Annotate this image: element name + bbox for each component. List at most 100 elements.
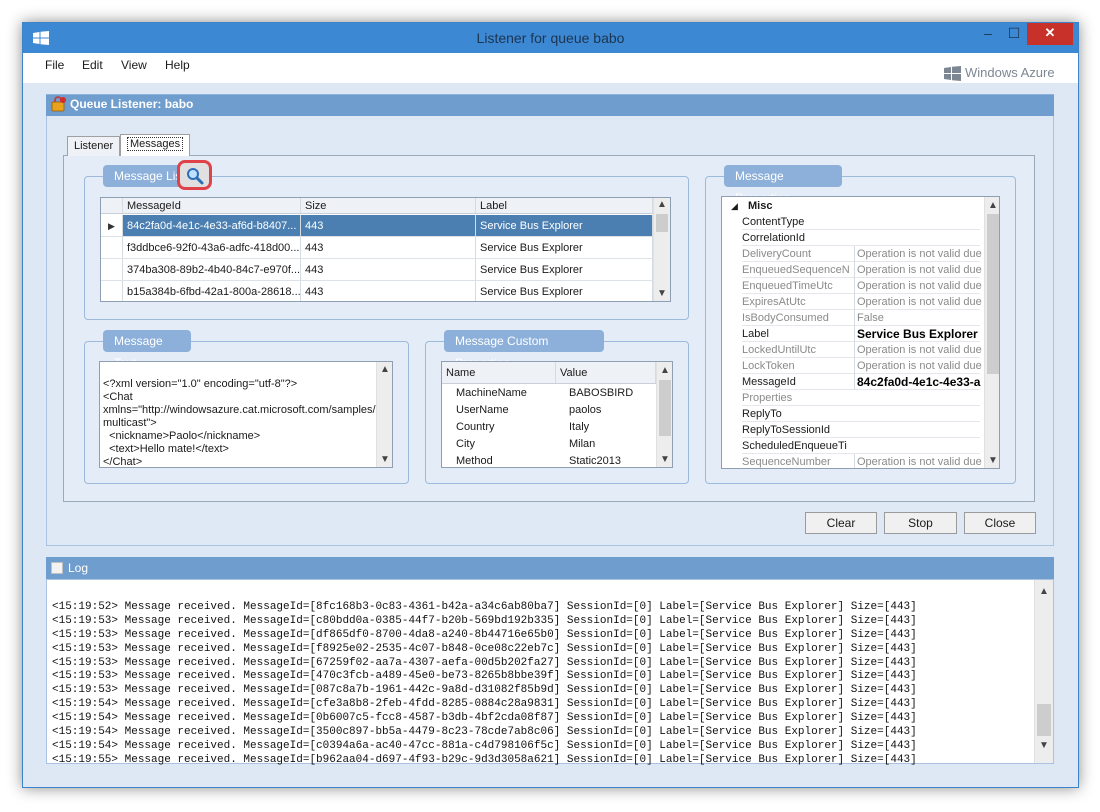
table-row[interactable]: f3ddbce6-92f0-43a6-adfc-418d00... 443 Se… <box>101 237 653 259</box>
column-header-messageid[interactable]: MessageId <box>123 198 301 213</box>
list-item[interactable]: UserName paolos <box>442 402 656 419</box>
cell-label[interactable]: Service Bus Explorer <box>476 215 653 236</box>
close-button[interactable]: Close <box>964 512 1036 534</box>
cell-label[interactable]: Service Bus Explorer <box>476 259 653 280</box>
message-text-area[interactable]: <?xml version="1.0" encoding="utf-8"?> <C… <box>99 361 393 468</box>
cell-message-id[interactable]: 84c2fa0d-4e1c-4e33-af6d-b8407... <box>123 215 301 236</box>
property-grid-scrollbar[interactable]: ▲ ▼ <box>984 197 999 468</box>
table-row[interactable]: b15a384b-6fbd-42a1-800a-28618... 443 Ser… <box>101 281 653 301</box>
property-value[interactable]: Operation is not valid due t <box>854 262 984 278</box>
property-row[interactable]: ContentType <box>722 214 980 230</box>
scroll-thumb[interactable] <box>1037 704 1051 736</box>
list-item[interactable]: Country Italy <box>442 419 656 436</box>
search-messages-button[interactable] <box>177 160 212 190</box>
property-row[interactable]: Properties <box>722 390 980 406</box>
property-row[interactable]: ScheduledEnqueueTi <box>722 438 980 454</box>
property-value[interactable]: Operation is not valid due t <box>854 278 984 294</box>
cell-size[interactable]: 443 <box>301 215 476 236</box>
scroll-thumb[interactable] <box>987 214 999 374</box>
scroll-down-arrow-icon[interactable]: ▼ <box>1035 740 1053 751</box>
maximize-button[interactable]: ☐ <box>1001 23 1027 45</box>
list-item[interactable]: City Milan <box>442 436 656 453</box>
property-category-misc[interactable]: ◢ Misc <box>722 198 984 214</box>
scroll-down-arrow-icon[interactable]: ▼ <box>985 455 999 466</box>
log-header: Log <box>46 557 1054 579</box>
close-window-button[interactable]: ✕ <box>1027 23 1073 45</box>
clear-button[interactable]: Clear <box>805 512 877 534</box>
scroll-thumb[interactable] <box>659 380 671 436</box>
property-row[interactable]: SequenceNumber Operation is not valid due… <box>722 454 984 468</box>
menu-help[interactable]: Help <box>165 58 190 72</box>
custom-prop-name: Method <box>456 455 493 467</box>
menu-view[interactable]: View <box>121 58 147 72</box>
log-scrollbar[interactable]: ▲ ▼ <box>1034 580 1053 763</box>
cell-label[interactable]: Service Bus Explorer <box>476 237 653 258</box>
cell-message-id[interactable]: 374ba308-89b2-4b40-84c7-e970f... <box>123 259 301 280</box>
list-item[interactable]: Method Static2013 <box>442 453 656 467</box>
property-row[interactable]: LockedUntilUtc Operation is not valid due… <box>722 342 984 358</box>
scroll-down-arrow-icon[interactable]: ▼ <box>377 454 392 465</box>
row-header-corner <box>101 198 123 213</box>
column-header-size[interactable]: Size <box>301 198 476 213</box>
tab-messages[interactable]: Messages <box>120 134 191 156</box>
property-value[interactable]: False <box>854 310 984 326</box>
property-row[interactable]: EnqueuedSequenceN Operation is not valid … <box>722 262 984 278</box>
property-value[interactable]: Operation is not valid due t <box>854 294 984 310</box>
collapse-arrow-icon[interactable]: ◢ <box>731 198 738 214</box>
log-line: <15:19:55> Message received. MessageId=[… <box>52 753 917 766</box>
minimize-button[interactable]: – <box>975 23 1001 45</box>
row-selector-arrow-icon: ▶ <box>101 215 123 236</box>
property-value[interactable]: Operation is not valid due t <box>854 342 984 358</box>
table-row[interactable]: 374ba308-89b2-4b40-84c7-e970f... 443 Ser… <box>101 259 653 281</box>
scroll-up-arrow-icon[interactable]: ▲ <box>985 200 999 211</box>
property-value[interactable]: 84c2fa0d-4e1c-4e33-a <box>854 374 984 390</box>
menu-edit[interactable]: Edit <box>82 58 103 72</box>
property-row[interactable]: MessageId 84c2fa0d-4e1c-4e33-a <box>722 374 980 390</box>
log-line: <15:19:52> Message received. MessageId=[… <box>52 600 917 613</box>
scroll-thumb[interactable] <box>656 214 668 232</box>
cell-message-id[interactable]: b15a384b-6fbd-42a1-800a-28618... <box>123 281 301 301</box>
custom-properties-scrollbar[interactable]: ▲ ▼ <box>656 362 672 467</box>
scroll-up-arrow-icon[interactable]: ▲ <box>377 364 392 375</box>
cell-size[interactable]: 443 <box>301 259 476 280</box>
menu-file[interactable]: File <box>45 58 64 72</box>
property-row[interactable]: ReplyTo <box>722 406 980 422</box>
queue-listener-icon <box>51 96 66 112</box>
table-row[interactable]: ▶ 84c2fa0d-4e1c-4e33-af6d-b8407... 443 S… <box>101 215 653 237</box>
log-line: <15:19:54> Message received. MessageId=[… <box>52 712 917 725</box>
scroll-up-arrow-icon[interactable]: ▲ <box>1035 586 1053 597</box>
property-value[interactable]: Operation is not valid due t <box>854 246 984 262</box>
custom-properties-title: Message Custom Properties <box>444 330 604 370</box>
message-list-grid: MessageId Size Label ▶ 84c2fa0d-4e1c-4e3… <box>100 197 671 302</box>
list-item[interactable]: MachineName BABOSBIRD <box>442 385 656 402</box>
property-row[interactable]: CorrelationId <box>722 230 980 246</box>
scroll-down-arrow-icon[interactable]: ▼ <box>654 288 670 299</box>
cell-message-id[interactable]: f3ddbce6-92f0-43a6-adfc-418d00... <box>123 237 301 258</box>
column-header-name[interactable]: Name <box>442 362 556 383</box>
log-line: <15:19:54> Message received. MessageId=[… <box>52 739 917 752</box>
cell-label[interactable]: Service Bus Explorer <box>476 281 653 301</box>
cell-size[interactable]: 443 <box>301 281 476 301</box>
message-text-scrollbar[interactable]: ▲ ▼ <box>376 362 392 467</box>
property-row[interactable]: ExpiresAtUtc Operation is not valid due t <box>722 294 984 310</box>
property-value[interactable]: Operation is not valid due t <box>854 358 984 374</box>
cell-size[interactable]: 443 <box>301 237 476 258</box>
column-header-value[interactable]: Value <box>556 362 656 383</box>
property-row[interactable]: DeliveryCount Operation is not valid due … <box>722 246 984 262</box>
column-header-label[interactable]: Label <box>476 198 653 213</box>
property-row[interactable]: IsBodyConsumed False <box>722 310 980 326</box>
property-row[interactable]: ReplyToSessionId <box>722 422 980 438</box>
property-row[interactable]: EnqueuedTimeUtc Operation is not valid du… <box>722 278 984 294</box>
scroll-down-arrow-icon[interactable]: ▼ <box>657 454 672 465</box>
scroll-up-arrow-icon[interactable]: ▲ <box>654 199 670 210</box>
log-line: <15:19:53> Message received. MessageId=[… <box>52 614 917 627</box>
tab-listener[interactable]: Listener <box>67 136 121 156</box>
scroll-up-arrow-icon[interactable]: ▲ <box>657 365 672 376</box>
property-row[interactable]: Label Service Bus Explorer <box>722 326 980 342</box>
stop-button[interactable]: Stop <box>884 512 957 534</box>
message-list-scrollbar[interactable]: ▲ ▼ <box>653 198 670 301</box>
property-name: Label <box>742 328 769 340</box>
property-row[interactable]: LockToken Operation is not valid due t <box>722 358 984 374</box>
property-value[interactable]: Service Bus Explorer <box>854 326 984 342</box>
property-value[interactable]: Operation is not valid due t <box>854 454 984 468</box>
